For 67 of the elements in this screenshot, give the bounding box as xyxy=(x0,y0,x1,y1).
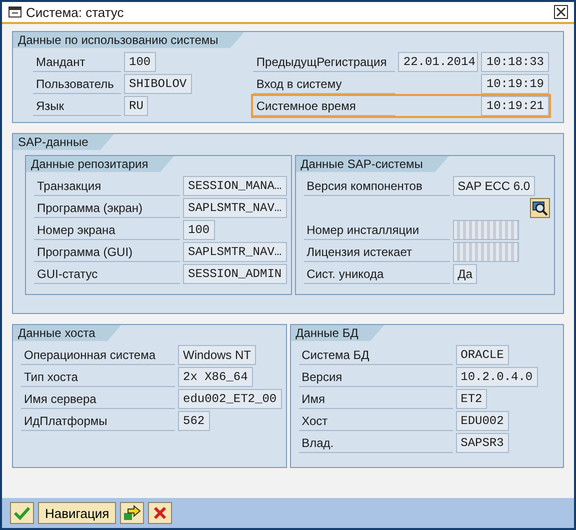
time-field: 10:19:21 xyxy=(481,96,549,116)
field-label: Мандант xyxy=(33,52,121,72)
search-icon xyxy=(532,200,548,216)
field-label: Транзакция xyxy=(34,176,180,196)
field-label: Программа (экран) xyxy=(34,198,180,218)
field-label: Сист. уникода xyxy=(304,264,450,284)
panel-title: SAP-данные xyxy=(13,134,114,150)
value-field: SAPLSMTR_NAV… xyxy=(183,198,287,218)
time-field: 10:18:33 xyxy=(481,52,549,72)
field-label: Имя сервера xyxy=(21,390,175,408)
value-field: EDU002 xyxy=(456,411,509,431)
value-field: SESSION_MANA… xyxy=(183,176,287,196)
panel-title: Данные БД xyxy=(290,325,384,341)
value-field: SAP ECC 6.0 xyxy=(452,176,536,196)
field-label: GUI-статус xyxy=(34,264,180,284)
date-field: 22.01.2014 xyxy=(398,52,478,72)
search-button[interactable] xyxy=(530,198,550,218)
time-field: 10:19:19 xyxy=(481,74,549,94)
blurred-field xyxy=(452,242,519,262)
field-label: Язык xyxy=(33,96,121,116)
value-field: ET2 xyxy=(456,389,488,409)
panel-title: Данные хоста xyxy=(13,325,122,341)
value-field: SHIBOLOV xyxy=(124,74,192,94)
value-field: 100 xyxy=(124,52,156,72)
field-label: Система БД xyxy=(298,346,453,364)
field-label: Системное время xyxy=(253,96,396,116)
field-label: Хост xyxy=(298,412,453,430)
field-label: Вход в систему xyxy=(253,74,396,94)
window-icon xyxy=(8,6,22,18)
field-label: ИдПлатформы xyxy=(21,412,175,430)
field-label: Программа (GUI) xyxy=(34,242,180,262)
navigation-button[interactable]: Навигация xyxy=(38,502,116,524)
field-label: Версия xyxy=(298,368,453,386)
value-field: Windows NT xyxy=(178,345,256,365)
field-label: Лицензия истекает xyxy=(304,242,450,262)
confirm-button[interactable] xyxy=(10,502,34,524)
value-field: ORACLE xyxy=(456,345,509,365)
value-field: RU xyxy=(124,96,148,116)
field-label: Номер инсталляции xyxy=(304,220,450,240)
panel-title: Данные репозитария xyxy=(26,156,174,172)
close-icon[interactable] xyxy=(554,5,568,19)
panel-title: Данные по использованию системы xyxy=(13,32,244,48)
cancel-button[interactable] xyxy=(148,502,172,524)
value-field: SAPLSMTR_NAV… xyxy=(183,242,287,262)
field-label: ПредыдущРегистрация xyxy=(253,52,396,72)
panel-title: Данные SAP-системы xyxy=(296,156,449,172)
value-field: 562 xyxy=(178,411,210,431)
close-icon xyxy=(153,506,168,520)
value-field: 10.2.0.4.0 xyxy=(456,367,538,387)
navigate-button[interactable] xyxy=(120,502,144,524)
window-title: Система: статус xyxy=(26,4,125,20)
value-field: edu002_ET2_00 xyxy=(178,389,282,409)
value-field: Да xyxy=(452,264,478,284)
field-label: Тип хоста xyxy=(21,368,175,386)
field-label: Номер экрана xyxy=(34,220,180,240)
field-label: Влад. xyxy=(298,434,453,452)
field-label: Пользователь xyxy=(33,74,121,94)
field-label: Версия компонентов xyxy=(304,176,450,196)
value-field: 100 xyxy=(183,220,215,240)
value-field: SAPSR3 xyxy=(456,433,509,453)
field-label: Операционная система xyxy=(21,346,175,364)
arrow-icon xyxy=(123,505,142,521)
value-field: SESSION_ADMIN xyxy=(183,264,287,284)
field-label: Имя xyxy=(298,390,453,408)
checkmark-icon xyxy=(14,506,30,520)
blurred-field xyxy=(452,220,519,240)
value-field: 2x X86_64 xyxy=(178,367,253,387)
